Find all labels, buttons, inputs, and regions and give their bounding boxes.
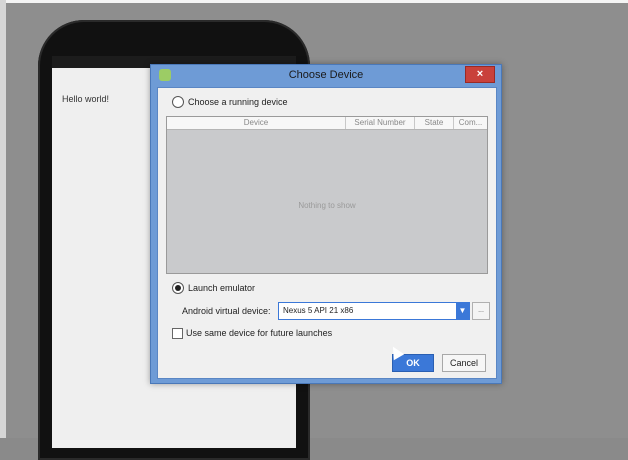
- chevron-down-icon[interactable]: ▼: [456, 303, 469, 319]
- launch-emulator-radio[interactable]: [172, 282, 184, 294]
- column-compatible[interactable]: Com...: [454, 117, 487, 129]
- table-header: Device Serial Number State Com...: [167, 117, 487, 130]
- device-table[interactable]: Device Serial Number State Com... Nothin…: [166, 116, 488, 274]
- avd-select-value: Nexus 5 API 21 x86: [283, 306, 354, 315]
- same-device-checkbox[interactable]: [172, 328, 183, 339]
- same-device-label[interactable]: Use same device for future launches: [186, 328, 332, 338]
- dialog-title: Choose Device: [288, 69, 364, 81]
- dialog-content: Choose a running device Device Serial Nu…: [157, 87, 497, 379]
- launch-emulator-label[interactable]: Launch emulator: [188, 283, 255, 293]
- running-device-label[interactable]: Choose a running device: [188, 97, 288, 107]
- empty-table-message: Nothing to show: [298, 201, 356, 210]
- hello-world-text: Hello world!: [62, 94, 110, 104]
- column-device[interactable]: Device: [167, 117, 346, 129]
- column-serial-number[interactable]: Serial Number: [346, 117, 415, 129]
- running-device-radio[interactable]: [172, 96, 184, 108]
- dialog-titlebar[interactable]: Choose Device ×: [151, 65, 501, 85]
- avd-select[interactable]: Nexus 5 API 21 x86 ▼: [278, 302, 470, 320]
- avd-more-button[interactable]: ...: [472, 302, 490, 320]
- close-button[interactable]: ×: [465, 66, 495, 83]
- avd-label: Android virtual device:: [182, 306, 271, 316]
- column-state[interactable]: State: [415, 117, 454, 129]
- cancel-button[interactable]: Cancel: [442, 354, 486, 372]
- choose-device-dialog: Choose Device × Choose a running device …: [150, 64, 502, 384]
